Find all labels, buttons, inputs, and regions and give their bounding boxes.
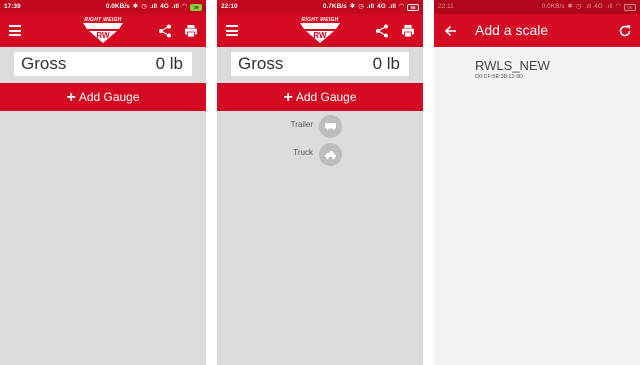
plus-icon: + [66, 89, 76, 106]
share-icon[interactable] [375, 24, 389, 38]
status-network: 4G [160, 3, 169, 10]
gross-value: 0 lb [155, 54, 183, 73]
scale-name: RWLS_NEW [475, 58, 550, 73]
bluetooth-icon: ✱ [567, 3, 573, 10]
gross-label: Gross [238, 54, 284, 73]
gross-weight-card: Gross 0 lb [231, 52, 409, 76]
print-icon[interactable] [184, 24, 198, 38]
truck-button[interactable] [319, 143, 342, 166]
status-speed: 0.0KB/s [105, 3, 130, 10]
status-bar: 22:10 0.7KB/s ✱ ◷ .ıll 4G .ıll ◠ 56 [217, 0, 423, 14]
status-bar: 22:11 0.0KB/s ✱ ◷ .ıll 4G .ıll ◠ 56 [434, 0, 640, 14]
signal-icon: .ıll [149, 3, 158, 10]
screen-add-scale: 22:11 0.0KB/s ✱ ◷ .ıll 4G .ıll ◠ 56 Add … [434, 0, 640, 365]
print-icon[interactable] [401, 24, 415, 38]
gross-label: Gross [21, 54, 67, 73]
wifi-icon: ◠ [182, 3, 187, 10]
screen-main: 17:39 0.0KB/s ✱ ◷ .ıll 4G .ıll ◠ 39 RIGH… [0, 0, 206, 365]
back-arrow-icon[interactable] [444, 24, 458, 38]
add-gauge-button[interactable]: + Add Gauge [0, 83, 206, 111]
scale-mac-address: D0:CF:5E:38:12:9D [475, 74, 523, 80]
signal-icon-2: .ıll [605, 3, 613, 10]
trailer-button[interactable] [319, 115, 342, 138]
app-bar: RIGHT WEIGH RW [217, 14, 423, 47]
plus-icon: + [283, 89, 293, 106]
app-bar: RIGHT WEIGH RW [0, 14, 206, 47]
status-time: 22:10 [221, 3, 238, 10]
trailer-icon [325, 123, 336, 130]
scale-list-item[interactable]: RWLS_NEW D0:CF:5E:38:12:9D [434, 52, 640, 84]
status-bar: 17:39 0.0KB/s ✱ ◷ .ıll 4G .ıll ◠ 39 [0, 0, 206, 14]
bluetooth-icon: ✱ [349, 3, 356, 10]
wifi-icon: ◠ [615, 3, 621, 10]
truck-label: Truck [293, 148, 313, 157]
status-network: 4G [594, 3, 603, 10]
app-bar: Add a scale [434, 14, 640, 47]
gauge-option-trailer[interactable]: Trailer [217, 115, 423, 138]
wifi-icon: ◠ [399, 3, 404, 10]
gauge-option-truck[interactable]: Truck [217, 143, 423, 166]
signal-icon-2: .ıll [388, 3, 396, 10]
right-weigh-logo: RIGHT WEIGH RW [80, 17, 126, 45]
trailer-label: Trailer [290, 120, 313, 129]
alarm-icon: ◷ [141, 3, 147, 10]
gross-value: 0 lb [372, 54, 400, 73]
alarm-icon: ◷ [575, 3, 582, 10]
signal-icon: .ıll [366, 3, 375, 10]
add-gauge-button[interactable]: + Add Gauge [217, 83, 423, 111]
status-speed: 0.0KB/s [541, 3, 565, 10]
refresh-icon[interactable] [618, 24, 632, 38]
signal-icon: .ıll [584, 3, 592, 10]
status-time: 17:39 [4, 3, 21, 10]
menu-icon[interactable] [226, 25, 238, 36]
truck-icon [325, 151, 336, 160]
gross-weight-card: Gross 0 lb [14, 52, 192, 76]
screen-gauge-options: 22:10 0.7KB/s ✱ ◷ .ıll 4G .ıll ◠ 56 RIGH… [217, 0, 423, 365]
menu-icon[interactable] [9, 25, 21, 36]
bluetooth-icon: ✱ [132, 3, 139, 10]
battery-icon: 56 [624, 3, 636, 11]
battery-icon: 56 [407, 3, 419, 11]
page-title: Add a scale [475, 22, 549, 38]
status-time: 22:11 [438, 3, 454, 10]
svg-text:RW: RW [313, 31, 327, 40]
right-weigh-logo: RIGHT WEIGH RW [297, 17, 343, 45]
status-speed: 0.7KB/s [322, 3, 347, 10]
signal-icon-2: .ıll [171, 3, 179, 10]
battery-icon: 39 [190, 3, 202, 11]
share-icon[interactable] [158, 24, 172, 38]
svg-text:RW: RW [96, 31, 110, 40]
alarm-icon: ◷ [358, 3, 364, 10]
status-network: 4G [377, 3, 386, 10]
